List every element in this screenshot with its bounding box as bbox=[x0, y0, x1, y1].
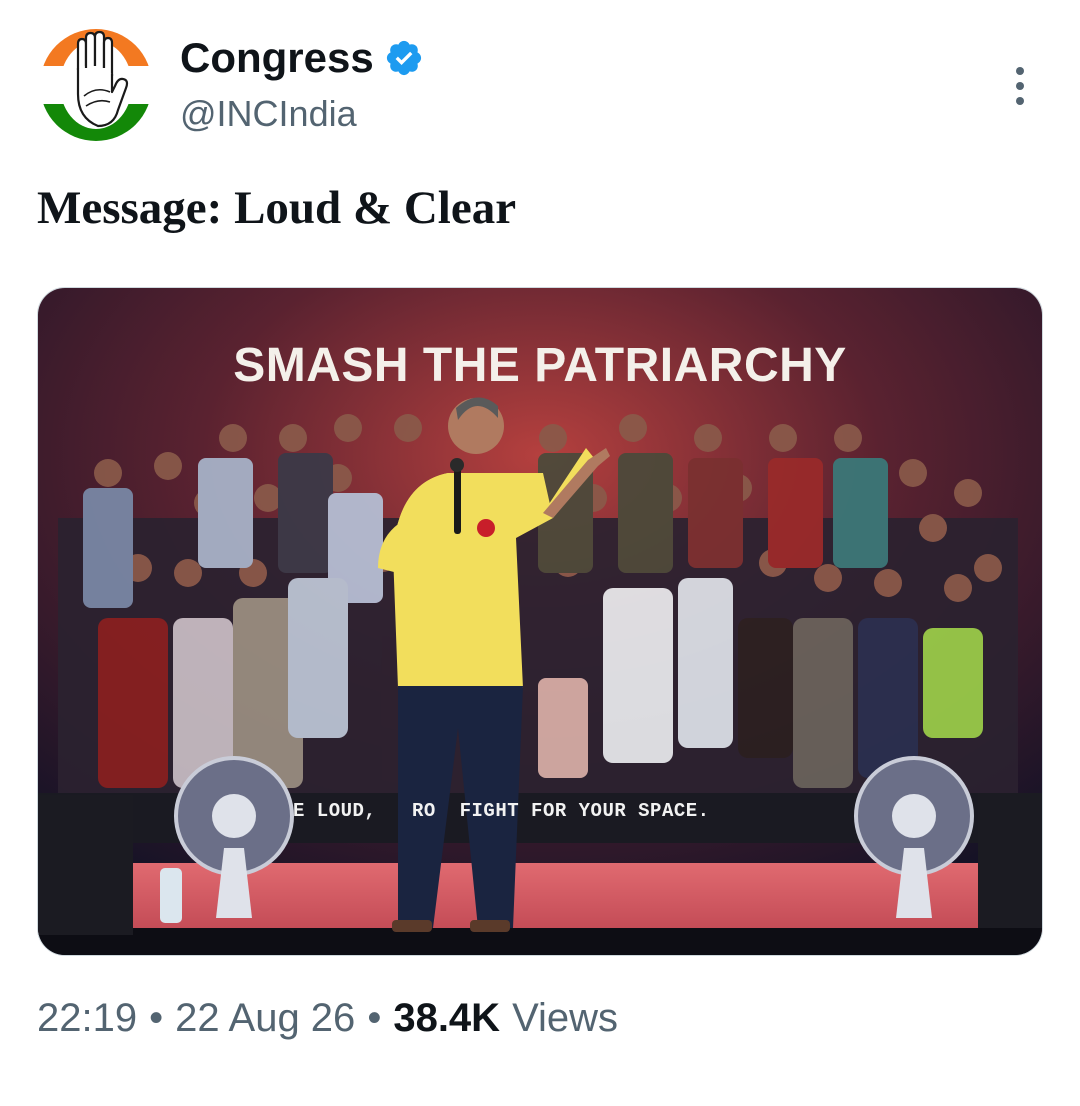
congress-hand-logo bbox=[40, 29, 152, 141]
tweet-date[interactable]: 22 Aug 26 bbox=[175, 998, 355, 1038]
tweet-text: Message: Loud & Clear bbox=[37, 182, 517, 234]
author-handle[interactable]: @INCIndia bbox=[180, 96, 357, 132]
banner-tagline: E LOUD, RO FIGHT FOR YOUR SPACE. bbox=[293, 800, 710, 822]
views-count[interactable]: 38.4K bbox=[393, 998, 500, 1038]
verified-badge-icon[interactable] bbox=[384, 38, 424, 78]
more-dot bbox=[1016, 97, 1024, 105]
more-options-icon[interactable] bbox=[1000, 60, 1040, 112]
more-dot bbox=[1016, 67, 1024, 75]
meta-separator: • bbox=[367, 996, 382, 1040]
more-dot bbox=[1016, 82, 1024, 90]
tweet-meta: 22:19 • 22 Aug 26 • 38.4K Views bbox=[37, 998, 618, 1038]
tweet-time[interactable]: 22:19 bbox=[37, 998, 137, 1038]
meta-separator: • bbox=[149, 996, 164, 1040]
banner-heading: SMASH THE PATRIARCHY bbox=[233, 339, 847, 392]
avatar[interactable] bbox=[40, 26, 152, 144]
display-name[interactable]: Congress bbox=[180, 37, 374, 79]
views-label[interactable]: Views bbox=[512, 998, 618, 1038]
tweet-photo[interactable]: SMASH THE PATRIARCHY E LOUD, RO FIGHT FO… bbox=[37, 287, 1043, 956]
author-name-row: Congress bbox=[180, 32, 424, 84]
